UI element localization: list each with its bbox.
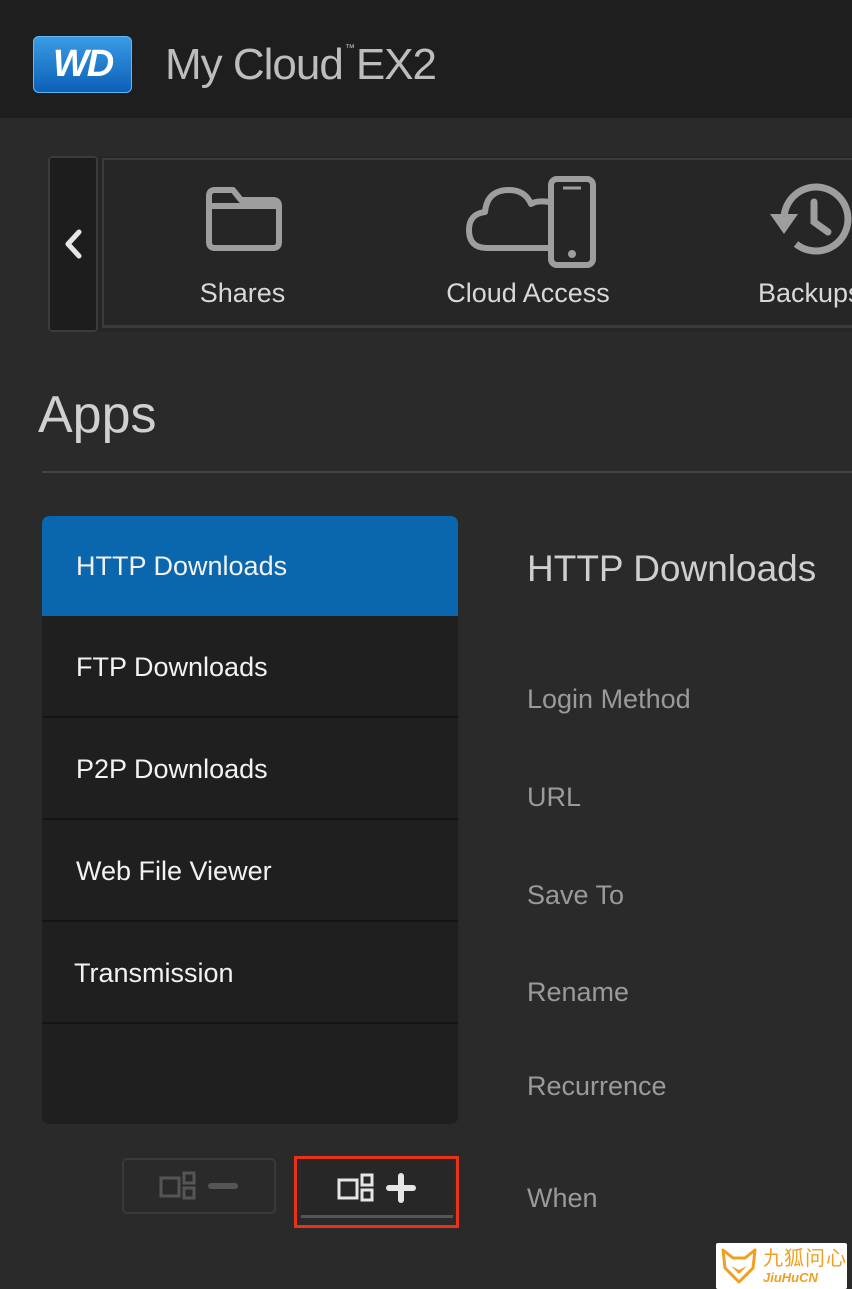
nav-back-button[interactable]	[48, 156, 98, 332]
field-label-rename: Rename	[527, 977, 630, 1007]
nav-item-label: Shares	[199, 278, 286, 308]
remove-app-button[interactable]	[122, 1158, 276, 1214]
nav-item-backups[interactable]: Backups	[758, 160, 852, 326]
title-divider	[42, 471, 852, 473]
app-item-label: Web File Viewer	[76, 855, 272, 886]
field-label-save-to: Save To	[527, 880, 625, 910]
product-brand: My Cloud	[165, 40, 344, 89]
app-item-label: FTP Downloads	[76, 651, 268, 682]
app-item-transmission[interactable]: Transmission	[42, 924, 458, 1024]
field-label-when: When	[527, 1183, 598, 1213]
app-item-web-file-viewer[interactable]: Web File Viewer	[42, 822, 458, 922]
app-item-http-downloads[interactable]: HTTP Downloads	[42, 516, 458, 616]
field-label-url: URL	[527, 782, 582, 812]
field-label-login-method: Login Method	[527, 684, 691, 714]
product-model: EX2	[355, 40, 437, 89]
chevron-left-icon	[65, 229, 82, 259]
fox-logo-icon	[721, 1248, 757, 1284]
history-icon	[770, 183, 852, 255]
nav-item-cloud-access[interactable]: Cloud Access	[438, 160, 618, 326]
nav-item-label: Cloud Access	[446, 278, 610, 308]
wd-logo: WD	[33, 36, 132, 93]
app-item-p2p-downloads[interactable]: P2P Downloads	[42, 720, 458, 820]
watermark: 九狐问心 JiuHuCN	[716, 1243, 847, 1289]
page-title: Apps	[38, 386, 157, 444]
watermark-cn: 九狐问心	[763, 1246, 847, 1270]
app-item-label: Transmission	[74, 957, 234, 988]
add-app-button[interactable]	[301, 1160, 453, 1218]
nav-item-label: Backups	[758, 278, 852, 308]
top-header: WD My Cloud ™EX2	[0, 0, 852, 118]
field-label-recurrence: Recurrence	[527, 1071, 667, 1101]
nav-item-shares[interactable]: Shares	[160, 160, 325, 326]
app-item-ftp-downloads[interactable]: FTP Downloads	[42, 618, 458, 718]
watermark-en: JiuHuCN	[763, 1270, 818, 1285]
cloud-phone-icon	[466, 176, 596, 268]
add-app-icon	[337, 1172, 416, 1203]
panel-title: HTTP Downloads	[527, 548, 817, 589]
app-item-label: P2P Downloads	[76, 753, 268, 784]
wd-logo-text: WD	[52, 43, 114, 85]
folder-icon	[206, 187, 282, 251]
remove-app-icon	[159, 1171, 238, 1200]
app-item-label: HTTP Downloads	[76, 550, 288, 581]
trademark-mark: ™	[344, 43, 355, 54]
app-list: HTTP Downloads FTP Downloads P2P Downloa…	[42, 516, 458, 1124]
product-name: My Cloud ™EX2	[165, 40, 437, 90]
